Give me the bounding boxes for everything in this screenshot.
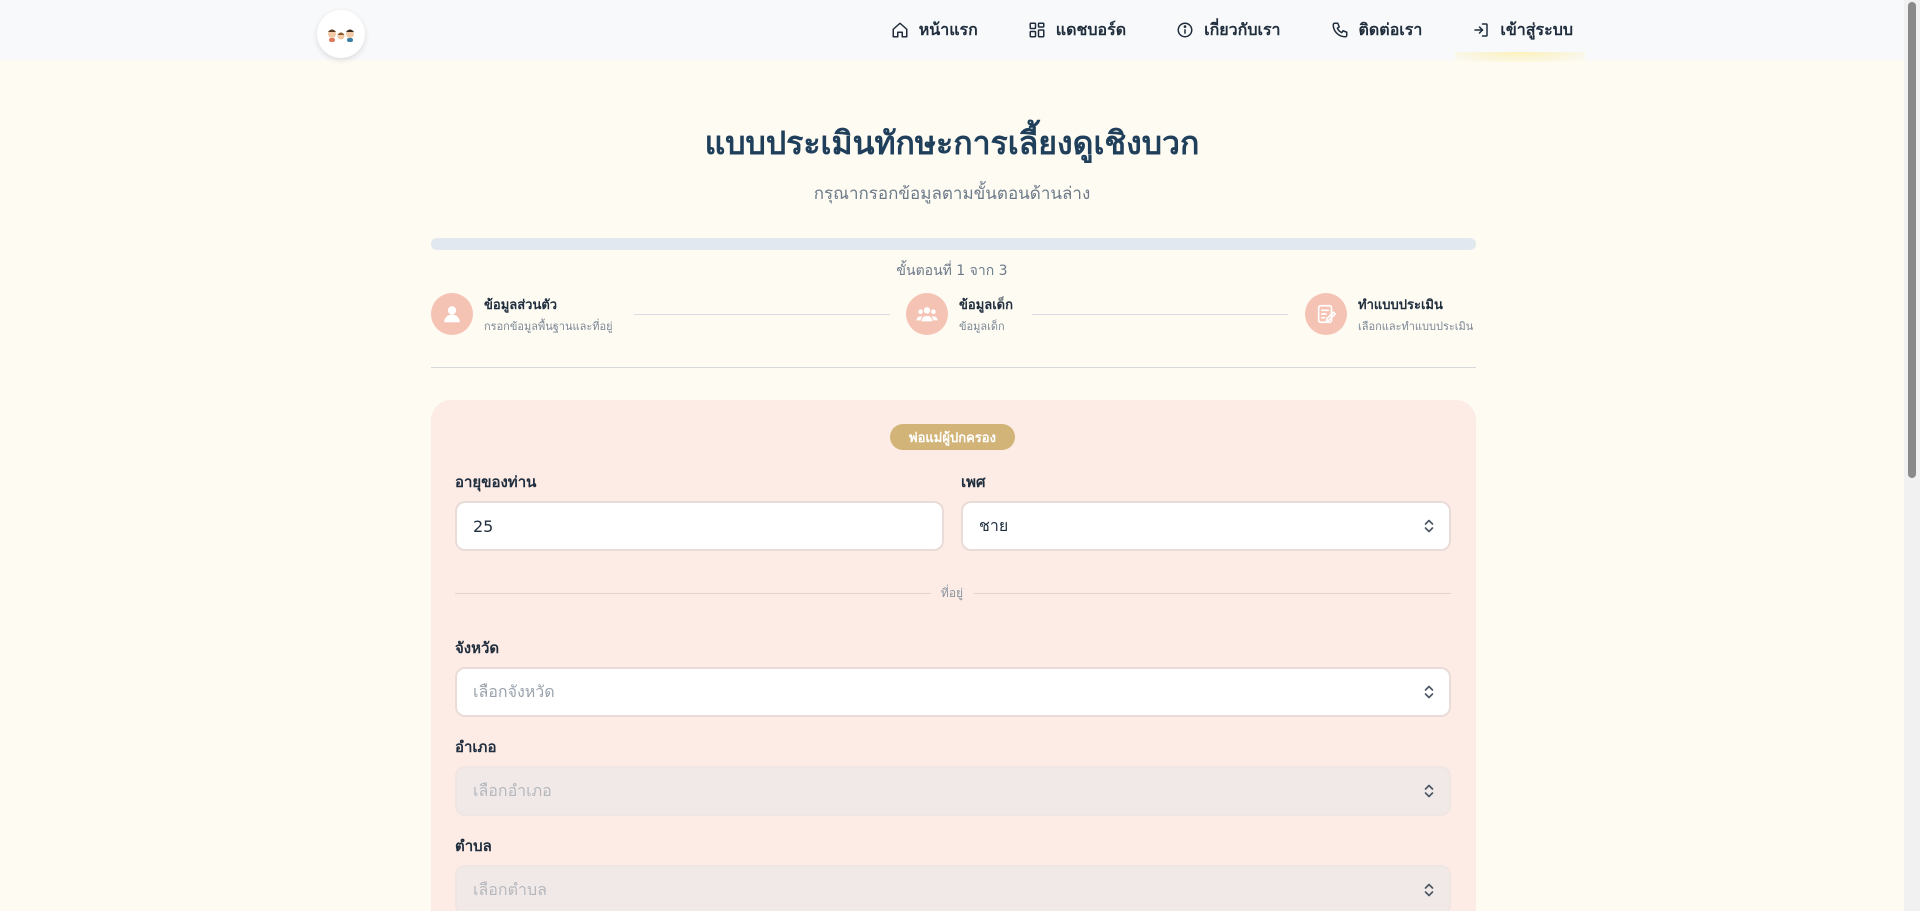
address-separator-label: ที่อยู่ — [940, 586, 964, 600]
nav-item-home[interactable]: หน้าแรก — [891, 18, 978, 43]
step-title: ข้อมูลส่วนตัว — [484, 297, 558, 313]
nav-item-contact[interactable]: ติดต่อเรา — [1331, 18, 1423, 43]
age-label: อายุของท่าน — [455, 473, 537, 491]
step-desc: เลือกและทำแบบประเมิน — [1358, 319, 1474, 333]
gender-value: ชาย — [979, 515, 1009, 535]
subdistrict-label: ตำบล — [455, 837, 492, 855]
step-assessment[interactable]: ทำแบบประเมิน เลือกและทำแบบประเมิน — [1305, 293, 1473, 335]
progress-bar — [431, 238, 1476, 250]
logo[interactable] — [317, 10, 365, 58]
nav-item-label: ติดต่อเรา — [1358, 19, 1423, 39]
nav-item-login[interactable]: เข้าสู่ระบบ — [1472, 18, 1573, 43]
home-icon — [892, 22, 908, 38]
family-logo-icon — [328, 29, 354, 42]
gender-select[interactable]: ชาย — [961, 501, 1451, 551]
nav-item-dashboard[interactable]: แดชบอร์ด — [1028, 18, 1126, 43]
nav-item-label: เข้าสู่ระบบ — [1500, 19, 1573, 39]
age-value: 25 — [473, 516, 494, 536]
scrollbar-thumb[interactable] — [1908, 2, 1916, 478]
age-input[interactable]: 25 — [455, 501, 944, 551]
step-circle — [1305, 293, 1347, 335]
chevron-updown-icon — [1423, 518, 1435, 534]
checklist-icon — [1317, 304, 1336, 324]
subdistrict-placeholder: เลือกตำบล — [473, 879, 547, 899]
step-circle — [906, 293, 948, 335]
info-icon — [1177, 22, 1193, 38]
district-select[interactable]: เลือกอำเภอ — [455, 766, 1451, 816]
group-icon — [916, 307, 938, 322]
province-placeholder: เลือกจังหวัด — [473, 681, 555, 701]
section-divider — [431, 367, 1476, 368]
phone-icon — [1332, 22, 1348, 38]
nav-item-label: เกี่ยวกับเรา — [1204, 19, 1281, 39]
step-connector — [634, 314, 890, 315]
step-desc: ข้อมูลเด็ก — [959, 319, 1005, 333]
form-card — [431, 400, 1476, 911]
step-personal-info[interactable]: ข้อมูลส่วนตัว กรอกข้อมูลพื้นฐานและที่อยู… — [431, 293, 613, 335]
page-subtitle: กรุณากรอกข้อมูลตามขั้นตอนด้านล่าง — [813, 184, 1091, 204]
nav-item-about[interactable]: เกี่ยวกับเรา — [1176, 18, 1281, 43]
step-counter: ขั้นตอนที่ 1 จาก 3 — [896, 263, 1008, 279]
page-scrollbar[interactable] — [1904, 0, 1920, 911]
district-placeholder: เลือกอำเภอ — [473, 780, 552, 800]
step-title: ข้อมูลเด็ก — [959, 297, 1013, 313]
nav-item-label: แดชบอร์ด — [1055, 19, 1127, 39]
step-connector — [1032, 314, 1288, 315]
login-highlight — [1455, 52, 1585, 62]
nav-links: หน้าแรก แดชบอร์ด เกี่ยวกับเรา ติดต่อเรา … — [891, 0, 1573, 60]
page-title: แบบประเมินทักษะการเลี้ยงดูเชิงบวก — [704, 124, 1200, 162]
step-child-info[interactable]: ข้อมูลเด็ก ข้อมูลเด็ก — [906, 293, 1013, 335]
chevron-updown-icon — [1423, 882, 1435, 898]
chevron-updown-icon — [1423, 684, 1435, 700]
navbar: หน้าแรก แดชบอร์ด เกี่ยวกับเรา ติดต่อเรา … — [0, 0, 1904, 60]
district-label: อำเภอ — [455, 738, 497, 756]
step-circle — [431, 293, 473, 335]
role-badge: พ่อแม่ผู้ปกครอง — [890, 424, 1015, 450]
login-icon — [1474, 23, 1489, 37]
step-desc: กรอกข้อมูลพื้นฐานและที่อยู่ — [484, 319, 613, 333]
gender-label: เพศ — [961, 473, 986, 491]
chevron-updown-icon — [1423, 783, 1435, 799]
subdistrict-select[interactable]: เลือกตำบล — [455, 865, 1451, 911]
dashboard-icon — [1029, 22, 1045, 38]
nav-item-label: หน้าแรก — [918, 19, 978, 39]
province-label: จังหวัด — [455, 639, 500, 657]
province-select[interactable]: เลือกจังหวัด — [455, 667, 1451, 717]
step-title: ทำแบบประเมิน — [1358, 297, 1443, 313]
user-icon — [444, 306, 460, 323]
